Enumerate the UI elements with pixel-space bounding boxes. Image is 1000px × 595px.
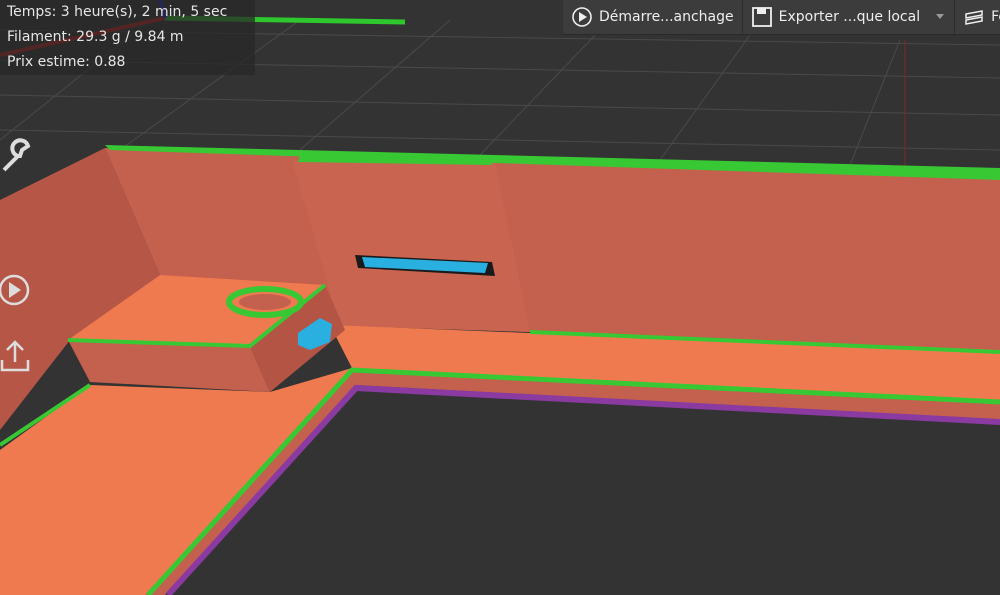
- upload-icon[interactable]: [0, 338, 32, 374]
- play-icon[interactable]: [0, 272, 32, 308]
- print-time: Temps: 3 heure(s), 2 min, 5 sec: [7, 4, 228, 20]
- filament-usage: Filament: 29.3 g / 9.84 m: [7, 29, 184, 45]
- export-label: Exporter ...que local: [778, 9, 921, 25]
- start-print-button[interactable]: Démarre...anchage: [563, 0, 743, 34]
- layers-icon: [965, 10, 983, 25]
- start-print-label: Démarre...anchage: [599, 9, 734, 25]
- export-button[interactable]: Exporter ...que local: [743, 0, 956, 34]
- play-circle-icon: [572, 7, 592, 27]
- top-toolbar: Démarre...anchage Exporter ...que local …: [563, 0, 1000, 35]
- save-icon: [751, 7, 772, 27]
- estimated-price: Prix estime: 0.88: [7, 54, 126, 70]
- layers-label: Fe: [991, 9, 1000, 25]
- screw-hole: [239, 294, 291, 310]
- 3d-viewport[interactable]: [0, 0, 1000, 595]
- layers-button[interactable]: Fe: [955, 0, 1000, 34]
- block-front: [68, 340, 270, 392]
- chevron-down-icon[interactable]: [926, 11, 950, 23]
- wrench-icon[interactable]: [0, 138, 32, 174]
- print-stats-panel: Temps: 3 heure(s), 2 min, 5 sec Filament…: [0, 0, 255, 75]
